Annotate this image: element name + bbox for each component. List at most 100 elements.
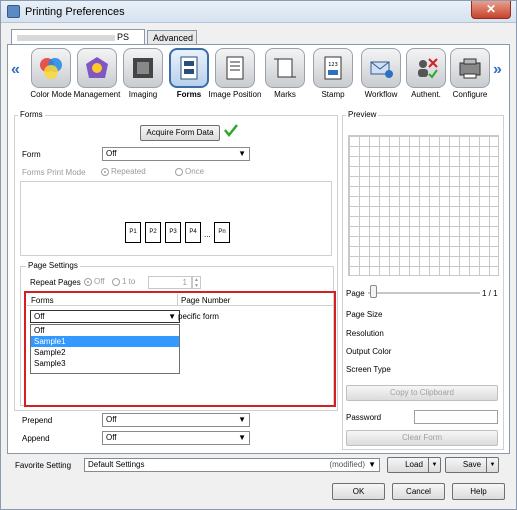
configure-icon xyxy=(450,48,490,88)
forms-row-select[interactable]: Off ▼ xyxy=(30,310,180,323)
modified-indicator: (modified) xyxy=(329,460,365,469)
column-divider xyxy=(177,294,178,306)
dropdown-option-off[interactable]: Off xyxy=(31,325,179,336)
page-icon: P2 xyxy=(145,222,161,243)
favorite-setting-label: Favorite Setting xyxy=(15,461,72,470)
redacted-name xyxy=(17,34,115,41)
tab-ps-label: PS xyxy=(117,32,130,42)
workflow-icon xyxy=(361,48,401,88)
image-position-icon xyxy=(215,48,255,88)
range-label: 1 to xyxy=(122,277,136,286)
tool-label: Image Position xyxy=(208,90,262,99)
copy-to-clipboard-button[interactable]: Copy to Clipboard xyxy=(346,385,498,401)
repeat-off-radio[interactable]: Off xyxy=(84,277,105,286)
radio-icon xyxy=(84,277,92,286)
range-end-value: 1 xyxy=(182,278,187,287)
title-bar: Printing Preferences ✕ xyxy=(1,1,516,23)
append-select[interactable]: Off ▼ xyxy=(102,431,250,445)
color-mode-icon xyxy=(31,48,71,88)
chevron-down-icon: ▼ xyxy=(238,149,246,158)
printing-preferences-window: Printing Preferences ✕ PS Advanced « » C… xyxy=(0,0,517,510)
output-color-label: Output Color xyxy=(346,347,392,356)
range-spinner[interactable]: ▲ ▼ xyxy=(192,276,201,289)
chevron-down-icon: ▼ xyxy=(368,460,376,469)
col-forms-header: Forms xyxy=(31,296,54,305)
chevron-down-icon: ▼ xyxy=(238,433,246,442)
page-icon: P1 xyxy=(125,222,141,243)
tool-configure[interactable]: Configure xyxy=(442,48,498,99)
form-select-value: Off xyxy=(106,149,117,158)
imaging-icon xyxy=(123,48,163,88)
window-title: Printing Preferences xyxy=(25,6,125,18)
chevron-down-icon: ▼ xyxy=(238,415,246,424)
close-button[interactable]: ✕ xyxy=(471,1,511,19)
tab-advanced[interactable]: Advanced xyxy=(147,30,197,44)
once-radio[interactable]: Once xyxy=(175,167,204,176)
favorite-setting-value: Default Settings xyxy=(88,460,145,469)
page-size-label: Page Size xyxy=(346,310,383,319)
page-settings-title: Page Settings xyxy=(26,261,80,270)
management-icon xyxy=(77,48,117,88)
acquire-form-data-button[interactable]: Acquire Form Data xyxy=(140,125,220,141)
forms-dropdown-list: Off Sample1 Sample2 Sample3 xyxy=(30,324,180,374)
ellipsis: ... xyxy=(204,230,211,239)
page-slider-thumb[interactable] xyxy=(370,285,377,298)
ok-button[interactable]: OK xyxy=(332,483,385,500)
save-label: Save xyxy=(462,460,482,469)
forms-print-mode-label: Forms Print Mode xyxy=(22,168,86,177)
chevron-down-icon[interactable]: ▼ xyxy=(486,458,498,472)
printer-app-icon xyxy=(7,5,20,18)
save-button[interactable]: Save ▼ xyxy=(445,457,499,473)
form-label: Form xyxy=(22,150,41,159)
cancel-button[interactable]: Cancel xyxy=(392,483,445,500)
checkmark-icon xyxy=(224,123,238,139)
load-button[interactable]: Load ▼ xyxy=(387,457,441,473)
favorite-setting-select[interactable]: Default Settings (modified) ▼ xyxy=(84,458,380,472)
preview-grid xyxy=(348,135,499,276)
function-toolbar: « » Color Mode Management Imaging Forms … xyxy=(8,45,509,107)
tool-label: Configure xyxy=(452,90,488,99)
page-icon: P3 xyxy=(165,222,181,243)
preview-title: Preview xyxy=(346,110,379,119)
repeated-radio[interactable]: Repeated xyxy=(101,167,146,176)
once-label: Once xyxy=(185,167,205,176)
chevron-down-icon[interactable]: ▼ xyxy=(428,458,440,472)
prepend-select[interactable]: Off ▼ xyxy=(102,413,250,427)
tool-image-position[interactable]: Image Position xyxy=(207,48,263,99)
range-end-field[interactable]: 1 xyxy=(148,276,192,289)
forms-icon xyxy=(169,48,209,88)
dropdown-option-sample2[interactable]: Sample2 xyxy=(31,347,179,358)
form-select[interactable]: Off ▼ xyxy=(102,147,250,161)
load-label: Load xyxy=(405,460,423,469)
prepend-label: Prepend xyxy=(22,416,53,425)
radio-icon xyxy=(175,167,183,176)
repeated-label: Repeated xyxy=(111,167,146,176)
forms-group-title: Forms xyxy=(18,110,45,119)
forms-table-header: Forms Page Number xyxy=(27,294,333,306)
password-field[interactable] xyxy=(414,410,498,424)
repeat-pages-label: Repeat Pages xyxy=(30,278,81,287)
scroll-left-arrow[interactable]: « xyxy=(11,61,20,79)
marks-icon xyxy=(265,48,305,88)
page-count: 1 / 1 xyxy=(482,289,498,298)
forms-row-value: Off xyxy=(34,312,45,321)
help-button[interactable]: Help xyxy=(452,483,505,500)
page-icon: P4 xyxy=(185,222,201,243)
stamp-icon: 123 xyxy=(313,48,353,88)
dropdown-option-sample3[interactable]: Sample3 xyxy=(31,358,179,369)
screen-type-label: Screen Type xyxy=(346,365,391,374)
page-label: Page xyxy=(346,289,365,298)
tab-printer-ps[interactable]: PS xyxy=(11,29,145,45)
page-slider-track xyxy=(368,292,480,294)
clear-form-button[interactable]: Clear Form xyxy=(346,430,498,446)
append-label: Append xyxy=(22,434,50,443)
page-number-text: pecific form xyxy=(178,312,219,321)
col-page-number-header: Page Number xyxy=(181,296,231,305)
append-value: Off xyxy=(106,433,117,442)
password-label: Password xyxy=(346,413,382,422)
repeat-range-radio[interactable]: 1 to xyxy=(112,277,135,286)
dropdown-option-sample1[interactable]: Sample1 xyxy=(31,336,179,347)
page-icon: Pn xyxy=(214,222,230,243)
radio-icon xyxy=(101,167,109,176)
form-preview-area: P1 P2 P3 P4 ... Pn xyxy=(20,181,332,256)
